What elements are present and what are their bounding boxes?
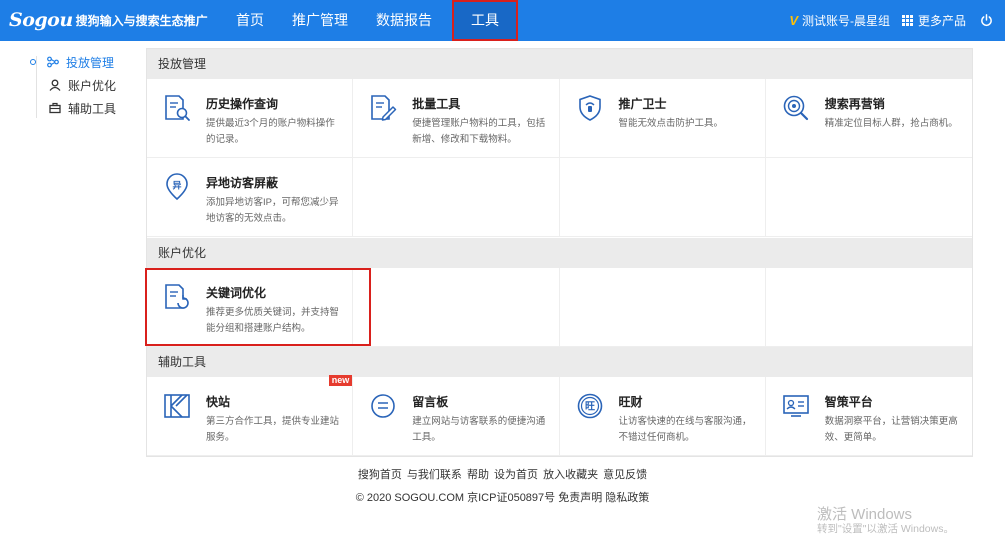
tool-description: 第三方合作工具，提供专业建站服务。 (206, 416, 340, 443)
tool-description: 智能无效点击防护工具。 (618, 118, 724, 129)
footer-links: 搜狗首页 与我们联系 帮助 设为首页 放入收藏夹 意见反馈 (0, 466, 1005, 482)
active-dot-icon (30, 59, 36, 65)
more-products-label: 更多产品 (917, 14, 966, 28)
empty-cell (559, 158, 766, 237)
power-icon[interactable] (980, 14, 993, 27)
nav-tools[interactable]: 工具 (452, 0, 518, 41)
tool-description: 提供最近3个月的账户物料操作的记录。 (206, 118, 335, 145)
main-nav: 首页 推广管理 数据报告 工具 (222, 0, 518, 41)
top-right-area: V 测试账号-晨星组 更多产品 (789, 0, 993, 41)
tool-description: 让访客快速的在线与客服沟通，不错过任何商机。 (618, 416, 752, 443)
tool-description: 精准定位目标人群，抢占商机。 (824, 118, 958, 129)
message-icon (371, 394, 396, 418)
nodes-icon (47, 56, 59, 68)
tools-panel: 投放管理 历史操作查询 提供最近3个月的账户物料操作的记录。 批量工具 便捷管理… (146, 48, 973, 457)
shield-icon (578, 95, 601, 121)
tool-batch[interactable]: 批量工具 便捷管理账户物料的工具，包括新增、修改和下载物料。 (353, 79, 560, 158)
wangcai-icon: 旺 (577, 393, 602, 419)
empty-cell (353, 268, 560, 347)
copyright-text: © 2020 SOGOU.COM 京ICP证050897号 (355, 492, 556, 504)
location-block-icon: 异 (166, 173, 188, 201)
nav-promotion-management[interactable]: 推广管理 (278, 0, 362, 41)
tool-promotion-guard[interactable]: 推广卫士 智能无效点击防护工具。 (559, 79, 766, 158)
account-name[interactable]: 测试账号-晨星组 (802, 12, 890, 29)
sidebar-item-label: 辅助工具 (68, 101, 117, 116)
tool-title: 旺财 (618, 395, 643, 409)
tool-zhice-platform[interactable]: 智策平台 数据洞察平台，让营销决策更高效、更简单。 (765, 377, 972, 456)
tool-description: 数据洞察平台，让营销决策更高效、更简单。 (824, 416, 958, 443)
empty-cell (353, 158, 560, 237)
footer-link-set-homepage[interactable]: 设为首页 (494, 469, 538, 481)
tool-description: 便捷管理账户物料的工具，包括新增、修改和下载物料。 (412, 118, 546, 145)
sidebar-item-auxiliary-tools[interactable]: 辅助工具 (49, 99, 116, 117)
tool-keyword-optimization[interactable]: 关键词优化 推荐更多优质关键词，并支持智能分组和搭建账户结构。 (147, 268, 354, 347)
empty-cell (559, 268, 766, 347)
tools-row: 异 异地访客屏蔽 添加异地访客IP，可帮您减少异地访客的无效点击。 (147, 158, 972, 237)
document-edit-icon (371, 95, 397, 121)
footer-link-sogou-home[interactable]: 搜狗首页 (358, 469, 402, 481)
footer-link-help[interactable]: 帮助 (467, 469, 489, 481)
tool-kuaizhan[interactable]: new 快站 第三方合作工具，提供专业建站服务。 (147, 375, 354, 456)
tool-title: 批量工具 (412, 97, 461, 111)
new-badge: new (328, 375, 353, 386)
briefcase-icon (49, 102, 61, 114)
document-search-icon (165, 95, 190, 121)
svg-text:异: 异 (172, 181, 181, 192)
footer-link-bookmark[interactable]: 放入收藏夹 (543, 469, 598, 481)
footer-link-contact[interactable]: 与我们联系 (407, 469, 462, 481)
tool-remote-visitor-block[interactable]: 异 异地访客屏蔽 添加异地访客IP，可帮您减少异地访客的无效点击。 (147, 158, 354, 237)
tool-search-remarketing[interactable]: 搜索再营销 精准定位目标人群，抢占商机。 (765, 79, 972, 158)
footer-link-privacy[interactable]: 隐私政策 (605, 492, 649, 504)
tool-title: 搜索再营销 (824, 97, 885, 111)
tool-description: 添加异地访客IP，可帮您减少异地访客的无效点击。 (206, 197, 339, 224)
logo-text: 搜狗输入与搜索生态推广 (75, 13, 208, 28)
tool-description: 推荐更多优质关键词，并支持智能分组和搭建账户结构。 (206, 307, 340, 334)
vip-badge: V (789, 13, 798, 28)
sidebar-item-placement[interactable]: 投放管理 (30, 53, 114, 71)
logo-mark: Sogou (9, 9, 73, 31)
tool-title: 异地访客屏蔽 (206, 176, 279, 190)
tools-row: 历史操作查询 提供最近3个月的账户物料操作的记录。 批量工具 便捷管理账户物料的… (147, 79, 972, 158)
user-icon (49, 79, 61, 91)
top-navigation-bar: Sogou 搜狗输入与搜索生态推广 首页 推广管理 数据报告 工具 V 测试账号… (0, 0, 1005, 41)
tool-title: 快站 (206, 395, 231, 409)
tools-row: 关键词优化 推荐更多优质关键词，并支持智能分组和搭建账户结构。 (147, 268, 972, 347)
sidebar-item-label: 账户优化 (68, 78, 117, 93)
tool-title: 推广卫士 (618, 97, 667, 111)
sidebar-item-account-optimization[interactable]: 账户优化 (49, 76, 116, 94)
nav-data-report[interactable]: 数据报告 (362, 0, 446, 41)
section-header-placement: 投放管理 (147, 49, 972, 79)
tool-title: 留言板 (412, 395, 449, 409)
windows-activation-hint: 转到"设置"以激活 Windows。 (817, 523, 954, 535)
tool-history-query[interactable]: 历史操作查询 提供最近3个月的账户物料操作的记录。 (147, 79, 354, 158)
nav-home[interactable]: 首页 (222, 0, 278, 41)
target-search-icon (783, 95, 808, 121)
id-card-icon (782, 395, 809, 417)
section-header-account-optimization: 账户优化 (147, 238, 972, 268)
tools-row: new 快站 第三方合作工具，提供专业建站服务。 留言板 建立网站与访客联系的便… (147, 375, 972, 456)
empty-cell (765, 158, 972, 237)
tool-description: 建立网站与访客联系的便捷沟通工具。 (412, 416, 546, 443)
section-header-auxiliary-tools: 辅助工具 (147, 347, 972, 377)
svg-text:旺: 旺 (585, 401, 595, 413)
sidebar-item-label: 投放管理 (66, 55, 115, 70)
tool-message-board[interactable]: 留言板 建立网站与访客联系的便捷沟通工具。 (353, 377, 560, 456)
more-products-button[interactable]: 更多产品 (901, 12, 966, 29)
grid-icon (901, 15, 913, 26)
tool-wangcai[interactable]: 旺 旺财 让访客快速的在线与客服沟通，不错过任何商机。 (559, 377, 766, 456)
kuaizhan-icon (164, 394, 190, 418)
empty-cell (765, 268, 972, 347)
document-refresh-icon (165, 284, 189, 309)
tool-title: 智策平台 (824, 395, 873, 409)
tool-title: 历史操作查询 (206, 97, 279, 111)
footer-link-feedback[interactable]: 意见反馈 (603, 469, 647, 481)
tool-title: 关键词优化 (206, 286, 267, 300)
footer-link-disclaimer[interactable]: 免责声明 (558, 492, 602, 504)
logo[interactable]: Sogou 搜狗输入与搜索生态推广 (9, 9, 208, 31)
